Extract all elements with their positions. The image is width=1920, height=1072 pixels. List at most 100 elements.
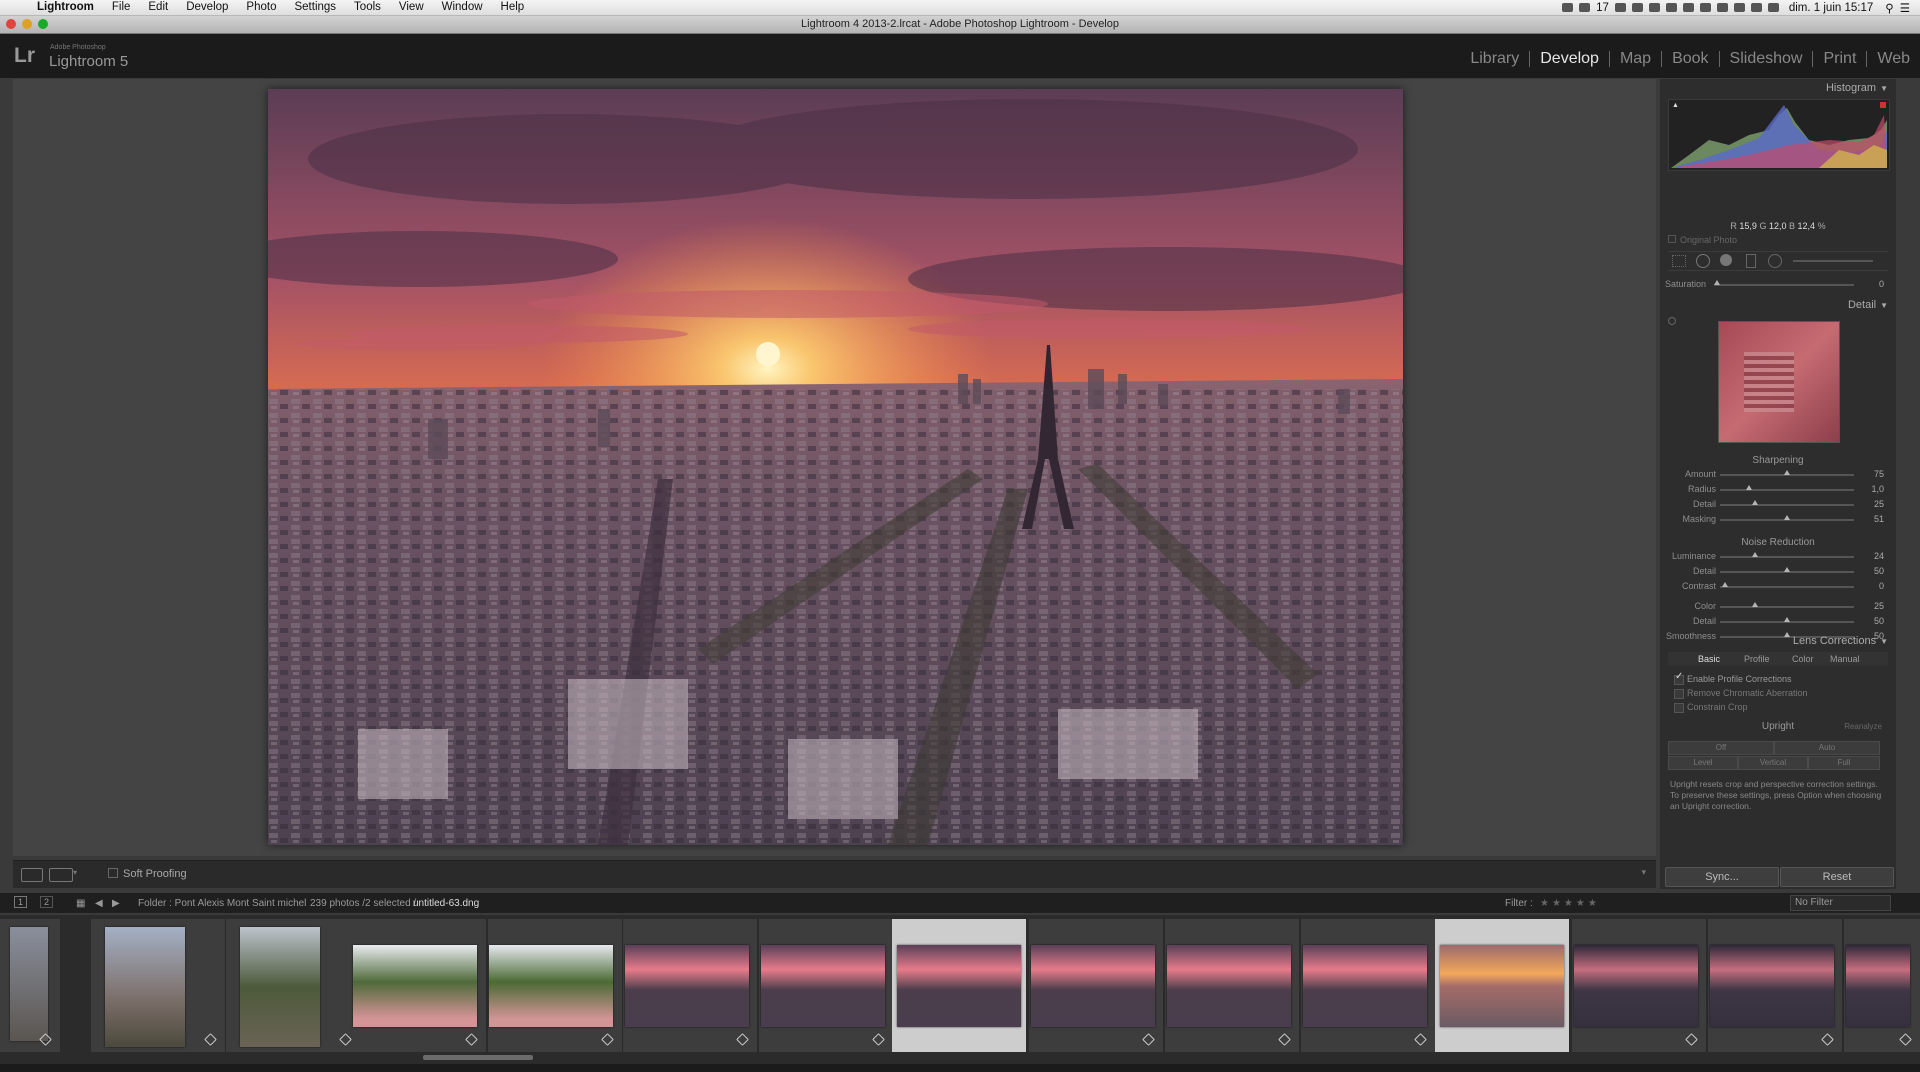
upright-full-button[interactable]: Full xyxy=(1808,756,1880,770)
noise-slider-track[interactable] xyxy=(1720,586,1854,588)
bluetooth-icon[interactable] xyxy=(1716,3,1728,12)
back-arrow-icon[interactable]: ◀ xyxy=(95,898,103,909)
toolbar-menu-icon[interactable]: ▾ xyxy=(1641,867,1646,878)
module-develop[interactable]: Develop xyxy=(1530,51,1610,67)
sharpening-slider-track[interactable] xyxy=(1720,489,1854,491)
cloud-icon[interactable] xyxy=(1579,3,1591,12)
film-cell[interactable] xyxy=(1572,919,1707,1052)
filmstrip[interactable] xyxy=(0,915,1920,1064)
spotlight-search-icon[interactable]: ⚲ xyxy=(1885,1,1893,15)
sharpening-slider-track[interactable] xyxy=(1720,504,1854,506)
chromatic-checkbox[interactable] xyxy=(1674,689,1684,699)
clock-icon[interactable] xyxy=(1699,3,1711,12)
forward-arrow-icon[interactable]: ▶ xyxy=(112,898,120,909)
upright-off-button[interactable]: Off xyxy=(1668,741,1774,755)
tab-profile[interactable]: Profile xyxy=(1744,654,1770,664)
notification-count[interactable]: 17 xyxy=(1596,2,1609,14)
noise-slider-value[interactable]: 50 xyxy=(1874,566,1884,576)
noise-slider-value[interactable]: 25 xyxy=(1874,601,1884,611)
filmstrip-scrollbar[interactable] xyxy=(423,1055,533,1060)
noise-slider-value[interactable]: 0 xyxy=(1879,581,1884,591)
soft-proofing-checkbox[interactable] xyxy=(108,868,118,878)
menu-window[interactable]: Window xyxy=(433,0,492,15)
menu-file[interactable]: File xyxy=(103,0,140,15)
menu-edit[interactable]: Edit xyxy=(139,0,177,15)
menu-settings[interactable]: Settings xyxy=(285,0,345,15)
menu-develop[interactable]: Develop xyxy=(177,0,237,15)
volume-icon[interactable] xyxy=(1750,3,1762,12)
radial-filter-icon[interactable] xyxy=(1768,254,1782,268)
saturation-slider-track[interactable] xyxy=(1714,284,1854,286)
flag-icon[interactable] xyxy=(1767,3,1779,12)
film-cell[interactable] xyxy=(91,919,226,1052)
reset-button[interactable]: Reset xyxy=(1780,867,1894,887)
saturation-value[interactable]: 0 xyxy=(1879,279,1884,289)
film-cell[interactable] xyxy=(1029,919,1164,1052)
film-cell[interactable] xyxy=(352,919,487,1052)
film-cell[interactable] xyxy=(759,919,894,1052)
noise-slider-value[interactable]: 24 xyxy=(1874,551,1884,561)
menu-help[interactable]: Help xyxy=(492,0,534,15)
saturation-slider-knob[interactable] xyxy=(1714,280,1720,285)
constrain-checkbox[interactable] xyxy=(1674,703,1684,713)
noise-slider-value[interactable]: 50 xyxy=(1874,616,1884,626)
filter-dropdown[interactable]: No Filter xyxy=(1790,895,1891,911)
histogram[interactable]: ▲ xyxy=(1668,99,1890,171)
before-after-button[interactable] xyxy=(49,868,73,882)
lens-corrections-header[interactable]: Lens Corrections ▼ xyxy=(1793,635,1888,647)
view-dropdown-icon[interactable]: ▾ xyxy=(73,868,79,880)
close-window-icon[interactable] xyxy=(6,19,16,29)
sharpening-slider-value[interactable]: 1,0 xyxy=(1871,484,1884,494)
menu-photo[interactable]: Photo xyxy=(237,0,285,15)
noise-slider-knob[interactable] xyxy=(1784,567,1790,572)
film-cell[interactable] xyxy=(1844,919,1920,1052)
film-cell[interactable] xyxy=(623,919,758,1052)
wifi-icon[interactable] xyxy=(1733,3,1745,12)
histogram-header[interactable]: Histogram ▼ xyxy=(1826,82,1888,94)
bottom-panel-toggle[interactable] xyxy=(0,1064,1920,1072)
adjustment-brush-icon[interactable] xyxy=(1793,260,1873,262)
sharpening-slider-knob[interactable] xyxy=(1784,515,1790,520)
sync-button[interactable]: Sync... xyxy=(1665,867,1779,887)
selected-filename[interactable]: untitled-63.dng xyxy=(413,898,479,909)
grid-view-icon[interactable]: ▦ xyxy=(76,898,85,909)
film-cell[interactable] xyxy=(226,919,361,1052)
sharpening-slider-value[interactable]: 25 xyxy=(1874,499,1884,509)
noise-slider-knob[interactable] xyxy=(1784,632,1790,637)
graduated-filter-icon[interactable] xyxy=(1746,254,1756,268)
upright-level-button[interactable]: Level xyxy=(1668,756,1738,770)
sharpening-slider-knob[interactable] xyxy=(1751,500,1758,505)
module-map[interactable]: Map xyxy=(1610,51,1663,67)
menu-tools[interactable]: Tools xyxy=(345,0,390,15)
film-cell-selected[interactable] xyxy=(1435,919,1570,1052)
upright-vertical-button[interactable]: Vertical xyxy=(1738,756,1808,770)
second-window-button[interactable]: 2 xyxy=(40,896,54,908)
noise-slider-track[interactable] xyxy=(1720,556,1854,558)
tab-basic[interactable]: Basic xyxy=(1698,654,1720,664)
checkbox-box[interactable] xyxy=(1668,235,1676,243)
moon-icon[interactable] xyxy=(1665,3,1677,12)
camera-icon[interactable] xyxy=(1562,3,1574,12)
film-cell[interactable] xyxy=(1165,919,1300,1052)
folder-path[interactable]: Folder : Pont Alexis Mont Saint michel xyxy=(138,898,306,909)
module-slideshow[interactable]: Slideshow xyxy=(1720,51,1814,67)
noise-slider-track[interactable] xyxy=(1720,606,1854,608)
main-photo[interactable] xyxy=(268,89,1403,845)
original-photo-checkbox[interactable]: Original Photo xyxy=(1668,235,1737,245)
film-cell[interactable] xyxy=(488,919,623,1052)
detail-header[interactable]: Detail ▼ xyxy=(1848,299,1888,311)
rating-filter-stars[interactable]: ★★★★★ xyxy=(1540,898,1600,909)
soft-proofing-toggle[interactable]: Soft Proofing xyxy=(108,868,187,880)
noise-slider-knob[interactable] xyxy=(1784,617,1790,622)
reanalyze-button[interactable]: Reanalyze xyxy=(1844,722,1882,731)
minimize-window-icon[interactable] xyxy=(22,19,32,29)
loupe-view-button[interactable] xyxy=(21,868,43,882)
menu-view[interactable]: View xyxy=(390,0,433,15)
film-cell-selected[interactable] xyxy=(892,919,1027,1052)
upright-auto-button[interactable]: Auto xyxy=(1774,741,1880,755)
main-window-button[interactable]: 1 xyxy=(14,896,28,908)
clock-text[interactable]: dim. 1 juin 15:17 xyxy=(1789,2,1873,14)
sharpening-slider-knob[interactable] xyxy=(1784,470,1790,475)
noise-slider-knob[interactable] xyxy=(1751,552,1758,557)
clipping-shadows-icon[interactable]: ▲ xyxy=(1672,102,1679,109)
